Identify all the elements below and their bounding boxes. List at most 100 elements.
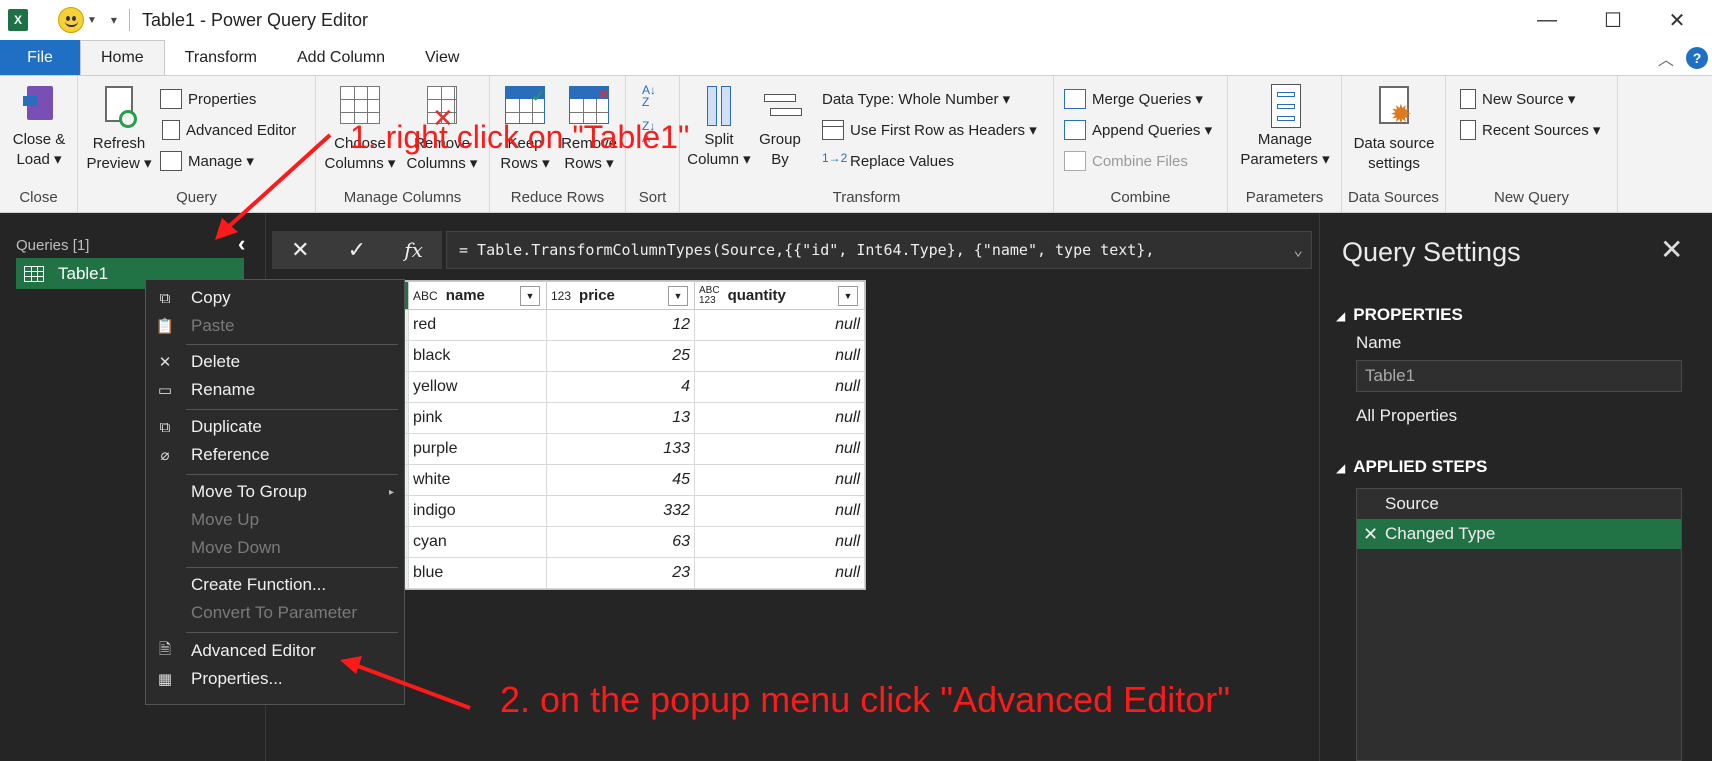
quick-access-customize-icon[interactable]: ▾ xyxy=(111,13,117,27)
name-cell[interactable]: red xyxy=(408,309,547,341)
properties-section-header[interactable]: ◢ PROPERTIES xyxy=(1336,305,1463,325)
expand-formula-icon[interactable]: ⌄ xyxy=(1293,240,1303,259)
recent-sources-button[interactable]: Recent Sources ▾ xyxy=(1460,117,1600,143)
minimize-button[interactable]: — xyxy=(1512,0,1582,40)
maximize-button[interactable]: ☐ xyxy=(1578,0,1648,40)
name-cell[interactable]: yellow xyxy=(408,371,547,403)
quantity-cell[interactable]: null xyxy=(694,402,865,434)
any-type-icon[interactable]: ABC 123 xyxy=(699,285,720,306)
quantity-cell[interactable]: null xyxy=(694,433,865,465)
name-cell[interactable]: purple xyxy=(408,433,547,465)
replace-values-button[interactable]: 1→2 Replace Values xyxy=(822,148,954,174)
refresh-preview-button[interactable]: Refresh Preview ▾ xyxy=(82,82,156,174)
query-name-input[interactable]: Table1 xyxy=(1356,360,1682,392)
data-source-settings-button[interactable]: ✹ Data source settings xyxy=(1346,82,1442,174)
menu-item-create-function[interactable]: Create Function... xyxy=(146,571,404,599)
menu-item-move-up: Move Up xyxy=(146,506,404,534)
menu-item-move-to-group[interactable]: Move To Group ▸ xyxy=(146,478,404,506)
new-source-button[interactable]: New Source ▾ xyxy=(1460,86,1575,112)
column-header-quantity[interactable]: ABC 123 quantity ▼ xyxy=(694,281,865,310)
step-changed-type[interactable]: ✕ Changed Type xyxy=(1357,519,1681,549)
quantity-cell[interactable]: null xyxy=(694,464,865,496)
column-filter-icon[interactable]: ▼ xyxy=(668,286,688,306)
close-settings-icon[interactable]: ✕ xyxy=(1660,233,1683,266)
column-header-price[interactable]: 123 price ▼ xyxy=(546,281,695,310)
fx-icon[interactable]: fx xyxy=(404,238,423,262)
name-cell[interactable]: white xyxy=(408,464,547,496)
split-column-button[interactable]: Split Column ▾ xyxy=(684,82,754,170)
menu-item-duplicate[interactable]: ⧉ Duplicate xyxy=(146,413,404,441)
quantity-cell[interactable]: null xyxy=(694,526,865,558)
menu-item-delete[interactable]: ✕ Delete xyxy=(146,348,404,376)
price-cell[interactable]: 13 xyxy=(546,402,695,434)
menu-item-copy[interactable]: ⧉ Copy xyxy=(146,284,404,312)
merge-queries-button[interactable]: Merge Queries ▾ xyxy=(1064,86,1203,112)
feedback-dropdown-icon[interactable]: ▼ xyxy=(87,15,97,26)
use-first-row-headers-button[interactable]: Use First Row as Headers ▾ xyxy=(822,117,1037,143)
menu-item-properties[interactable]: ▦ Properties... xyxy=(146,665,404,693)
group-by-button[interactable]: Group By xyxy=(754,82,806,170)
step-source[interactable]: Source xyxy=(1357,489,1681,519)
number-type-icon[interactable]: 123 xyxy=(551,289,571,303)
column-filter-icon[interactable]: ▼ xyxy=(838,286,858,306)
formula-input[interactable]: = Table.TransformColumnTypes(Source,{{"i… xyxy=(446,231,1312,269)
data-source-label: Data source xyxy=(1353,135,1435,152)
menu-item-advanced-editor[interactable]: 🗎 Advanced Editor xyxy=(146,637,404,665)
append-queries-icon xyxy=(1064,120,1086,140)
data-type-dropdown[interactable]: Data Type: Whole Number ▾ xyxy=(822,86,1010,112)
tab-transform[interactable]: Transform xyxy=(165,40,277,75)
quantity-cell[interactable]: null xyxy=(694,495,865,527)
quantity-cell[interactable]: null xyxy=(694,340,865,372)
price-cell[interactable]: 332 xyxy=(546,495,695,527)
window-title: Table1 - Power Query Editor xyxy=(141,9,369,30)
price-cell[interactable]: 25 xyxy=(546,340,695,372)
price-cell[interactable]: 133 xyxy=(546,433,695,465)
tab-add-column[interactable]: Add Column xyxy=(277,40,405,75)
menu-item-reference[interactable]: ⌀ Reference xyxy=(146,441,404,469)
all-properties-link[interactable]: All Properties xyxy=(1356,406,1457,426)
feedback-smiley-icon[interactable] xyxy=(58,7,84,33)
name-cell[interactable]: blue xyxy=(408,557,547,589)
price-cell[interactable]: 45 xyxy=(546,464,695,496)
text-type-icon[interactable]: ABC xyxy=(413,289,438,303)
tab-home[interactable]: Home xyxy=(80,40,165,75)
name-cell[interactable]: pink xyxy=(408,402,547,434)
new-source-icon xyxy=(1460,89,1476,109)
tab-view[interactable]: View xyxy=(405,40,479,75)
name-cell[interactable]: cyan xyxy=(408,526,547,558)
quantity-cell[interactable]: null xyxy=(694,371,865,403)
delete-icon: ✕ xyxy=(158,354,172,371)
name-cell[interactable]: indigo xyxy=(408,495,547,527)
quantity-cell[interactable]: null xyxy=(694,557,865,589)
close-window-button[interactable]: ✕ xyxy=(1642,0,1712,40)
cancel-formula-icon[interactable]: ✕ xyxy=(291,237,309,263)
group-close-label: Close xyxy=(19,189,58,206)
applied-steps-header[interactable]: ◢ APPLIED STEPS xyxy=(1336,457,1487,477)
manage-parameters-button[interactable]: Manage Parameters ▾ xyxy=(1232,82,1338,170)
price-cell[interactable]: 4 xyxy=(546,371,695,403)
price-cell[interactable]: 12 xyxy=(546,309,695,341)
group-parameters: Manage Parameters ▾ Parameters xyxy=(1228,76,1342,212)
collapse-queries-icon[interactable]: ‹ xyxy=(238,231,245,257)
properties-button[interactable]: Properties xyxy=(160,86,256,112)
column-header-name[interactable]: ABC name ▼ xyxy=(408,281,547,310)
append-queries-button[interactable]: Append Queries ▾ xyxy=(1064,117,1212,143)
column-filter-icon[interactable]: ▼ xyxy=(520,286,540,306)
quantity-cell[interactable]: null xyxy=(694,309,865,341)
collapse-ribbon-icon[interactable]: ︿ xyxy=(1658,46,1674,70)
price-cell[interactable]: 63 xyxy=(546,526,695,558)
help-icon[interactable]: ? xyxy=(1686,46,1708,69)
commit-formula-icon[interactable]: ✓ xyxy=(348,237,366,263)
menu-item-rename[interactable]: ▭ Rename xyxy=(146,376,404,404)
query-settings-title: Query Settings xyxy=(1342,237,1521,267)
name-cell[interactable]: black xyxy=(408,340,547,372)
rename-icon: ▭ xyxy=(157,382,173,399)
manage-button[interactable]: Manage ▾ xyxy=(160,148,254,174)
tab-file[interactable]: File xyxy=(0,40,80,75)
advanced-editor-icon: 🗎 xyxy=(158,640,172,658)
price-cell[interactable]: 23 xyxy=(546,557,695,589)
advanced-editor-button[interactable]: Advanced Editor xyxy=(160,117,296,143)
sort-ascending-button[interactable]: A↓ Z xyxy=(642,84,656,114)
close-and-load-button[interactable]: Close & Load ▾ xyxy=(4,82,74,170)
delete-step-icon[interactable]: ✕ xyxy=(1363,524,1378,545)
